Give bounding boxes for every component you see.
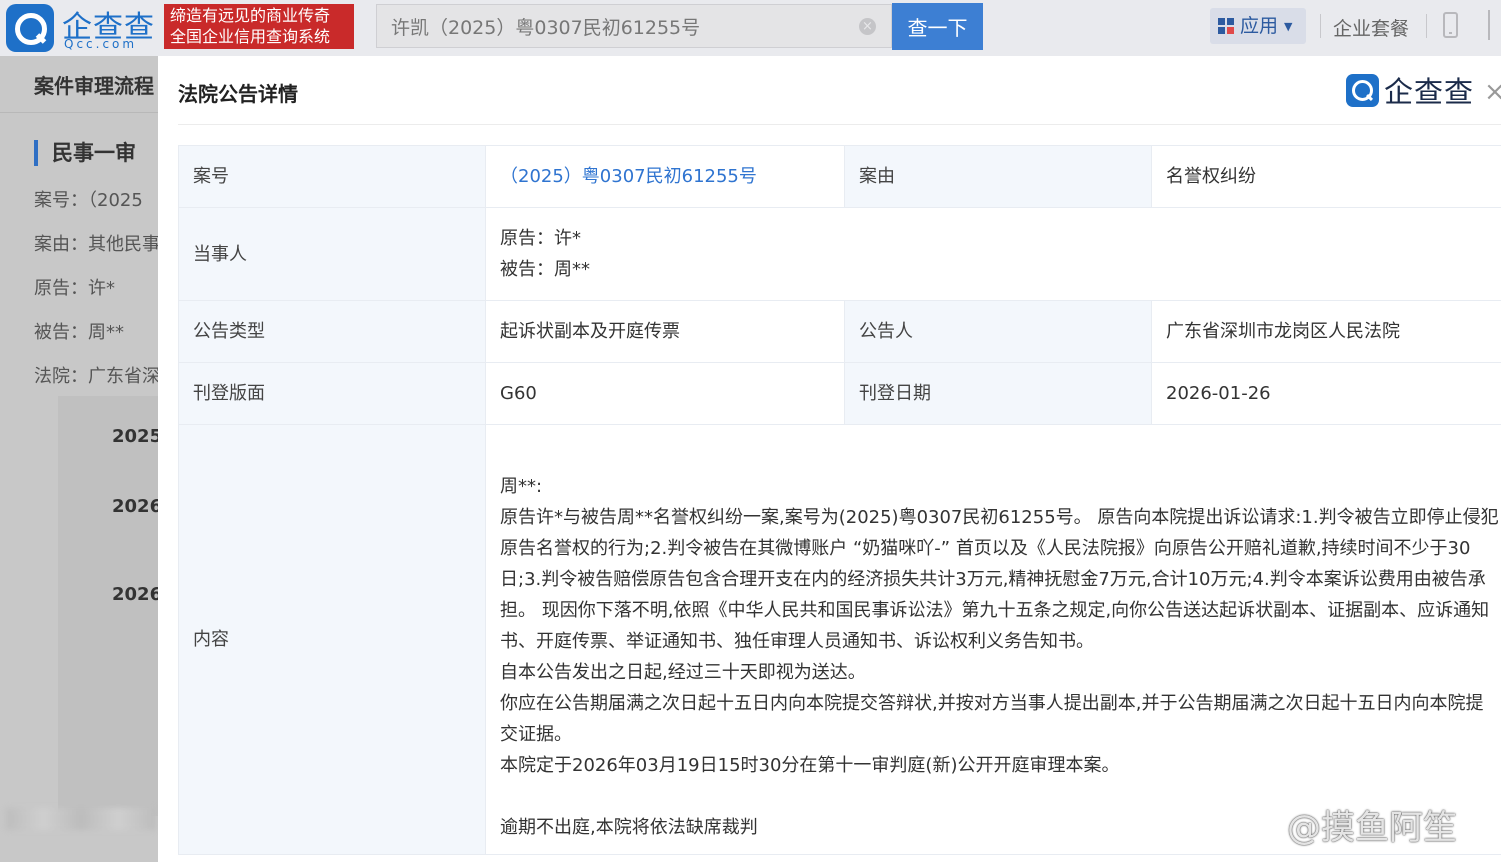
slogan-line-2: 全国企业信用查询系统 (170, 27, 331, 46)
slogan-banner: 缔造有远见的商业传奇 全国企业信用查询系统 (164, 4, 354, 49)
top-bar: 企查查 Qcc.com 缔造有远见的商业传奇 全国企业信用查询系统 × 查一下 … (0, 0, 1501, 56)
notice-type-label: 公告类型 (178, 300, 486, 363)
case-number-label: 案号 (178, 145, 486, 208)
content-paragraph: 本院定于2026年03月19日15时30分在第十一审判庭(新)公开开庭审理本案。 (500, 754, 1120, 776)
background-page: 案件审理流程 民事一审 案号：（2025 案由：其他民事 原告：许* 被告：周*… (0, 56, 160, 862)
publication-date-label: 刊登日期 (844, 362, 1152, 425)
clear-icon[interactable]: × (859, 18, 876, 35)
table-row: 案号 （2025）粤0307民初61255号 案由 名誉权纠纷 (178, 145, 1501, 208)
watermark-text: @摸鱼阿笙 (1287, 808, 1457, 848)
caret-down-icon: ▼ (1284, 20, 1293, 33)
search-box: × (376, 4, 892, 48)
content-value: 周**: 原告许*与被告周**名誉权纠纷一案,案号为(2025)粤0307民初6… (485, 424, 1501, 855)
divider (178, 124, 1501, 125)
content-paragraph: 周**: (500, 475, 543, 497)
modal-title: 法院公告详情 (178, 82, 298, 106)
timeline-panel (58, 396, 158, 816)
bg-case-cause: 案由：其他民事 (34, 234, 160, 255)
case-cause-label: 案由 (844, 145, 1152, 208)
table-row: 刊登版面 G60 刊登日期 2026-01-26 (178, 362, 1501, 425)
divider (0, 112, 160, 113)
table-row: 内容 周**: 原告许*与被告周**名誉权纠纷一案,案号为(2025)粤0307… (178, 424, 1501, 855)
divider (1320, 14, 1321, 38)
weibo-watermark: @摸鱼阿笙 (1237, 800, 1497, 852)
bg-court: 法院：广东省深 (34, 366, 160, 387)
search-input[interactable] (377, 5, 847, 47)
publication-page-value: G60 (485, 362, 845, 425)
party-value: 原告：许* 被告：周** (485, 207, 1501, 301)
content-paragraph: 你应在公告期届满之次日起十五日内向本院提交答辩状,并按对方当事人提出副本,并于公… (500, 692, 1484, 745)
announcer-value: 广东省深圳市龙岗区人民法院 (1151, 300, 1501, 363)
publication-date-value: 2026-01-26 (1151, 362, 1501, 425)
weibo-icon (1238, 812, 1279, 843)
civil-first-instance-heading: 民事一审 (34, 140, 136, 166)
content-paragraph: 自本公告发出之日起,经过三十天即视为送达。 (500, 661, 866, 683)
edge-icon (1488, 10, 1501, 40)
table-row: 公告类型 起诉状副本及开庭传票 公告人 广东省深圳市龙岗区人民法院 (178, 300, 1501, 363)
case-cause-value: 名誉权纠纷 (1151, 145, 1501, 208)
logo-subtext: Qcc.com (64, 37, 138, 51)
divider (1426, 14, 1427, 38)
slogan-line-1: 缔造有远见的商业传奇 (170, 6, 331, 25)
case-number-value: （2025）粤0307民初61255号 (485, 145, 845, 208)
table-row: 当事人 原告：许* 被告：周** (178, 207, 1501, 301)
timeline-date: 2025- (112, 426, 160, 447)
mobile-phone-icon[interactable] (1443, 12, 1458, 38)
apps-grid-icon (1218, 18, 1234, 34)
qcc-logo-icon (1346, 74, 1379, 107)
party-label: 当事人 (178, 207, 486, 301)
content-label: 内容 (178, 424, 486, 855)
announcer-label: 公告人 (844, 300, 1152, 363)
enterprise-package-link[interactable]: 企业套餐 (1333, 14, 1409, 41)
apps-label: 应用 (1240, 15, 1279, 37)
notice-type-value: 起诉状副本及开庭传票 (485, 300, 845, 363)
modal-logo-text: 企查查 (1384, 75, 1475, 109)
blurred-text (6, 808, 156, 830)
case-number-link[interactable]: （2025）粤0307民初61255号 (500, 166, 757, 187)
notice-detail-table: 案号 （2025）粤0307民初61255号 案由 名誉权纠纷 当事人 原告：许… (178, 145, 1501, 855)
close-icon[interactable]: × (1484, 78, 1501, 106)
court-notice-modal: 法院公告详情 企查查 × 案号 （2025）粤0307民初61255号 案由 名… (158, 56, 1501, 862)
qcc-logo-icon (6, 4, 54, 52)
bg-plaintiff: 原告：许* (34, 278, 115, 299)
defendant-value: 被告：周** (500, 259, 590, 280)
modal-logo: 企查查 (1346, 73, 1476, 109)
case-process-title: 案件审理流程 (34, 74, 154, 98)
plaintiff-value: 原告：许* (500, 228, 581, 249)
content-paragraph: 原告许*与被告周**名誉权纠纷一案,案号为(2025)粤0307民初61255号… (500, 506, 1499, 652)
timeline-date: 2026- (112, 584, 160, 605)
publication-page-label: 刊登版面 (178, 362, 486, 425)
timeline-date: 2026- (112, 496, 160, 517)
bg-case-number: 案号：（2025 (34, 190, 143, 211)
qcc-logo[interactable]: 企查查 Qcc.com (6, 4, 158, 52)
bg-defendant: 被告：周** (34, 322, 124, 343)
apps-menu-button[interactable]: 应用 ▼ (1210, 8, 1306, 44)
search-button[interactable]: 查一下 (892, 3, 983, 50)
